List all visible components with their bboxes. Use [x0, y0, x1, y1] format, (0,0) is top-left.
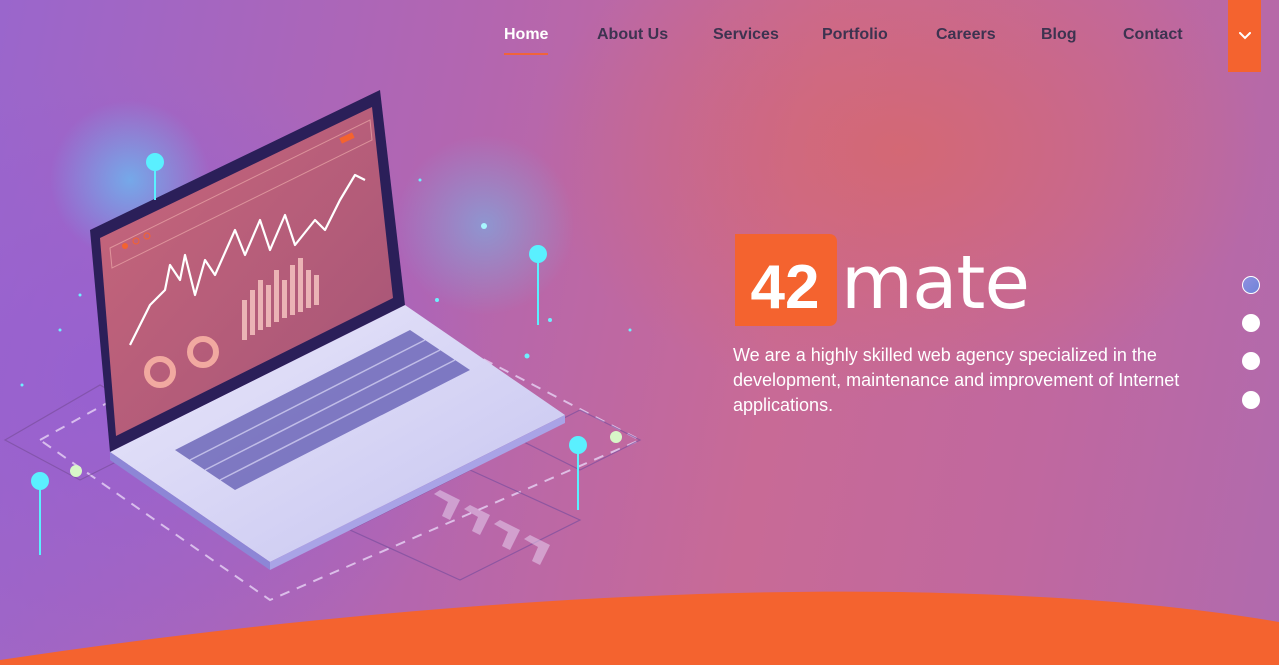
nav-dropdown-button[interactable]	[1228, 0, 1261, 72]
nav-home-underline-wrap	[504, 26, 548, 56]
bottom-wave	[0, 591, 1279, 665]
slider-dot-4[interactable]	[1242, 391, 1260, 409]
slider-dot-3[interactable]	[1242, 352, 1260, 370]
hero-description: We are a highly skilled web agency speci…	[733, 345, 1180, 415]
main-nav: Home About Us Services Portfolio Careers…	[0, 0, 1279, 72]
nav-portfolio[interactable]: Portfolio	[822, 26, 888, 44]
logo-42mate: 42 mate	[735, 234, 1030, 326]
nav-about-us[interactable]: About Us	[597, 26, 668, 44]
nav-services[interactable]: Services	[713, 26, 779, 44]
nav-blog[interactable]: Blog	[1041, 26, 1077, 44]
nav-contact[interactable]: Contact	[1123, 26, 1183, 44]
laptop-illustration	[3, 90, 643, 602]
logo-word: mate	[841, 240, 1029, 326]
active-nav-underline	[504, 53, 548, 55]
slider-dot-2[interactable]	[1242, 314, 1260, 332]
slider-dot-1[interactable]	[1242, 276, 1260, 294]
chevron-down-icon	[1238, 32, 1251, 40]
nav-careers[interactable]: Careers	[936, 26, 996, 44]
logo-number: 42	[751, 253, 820, 322]
